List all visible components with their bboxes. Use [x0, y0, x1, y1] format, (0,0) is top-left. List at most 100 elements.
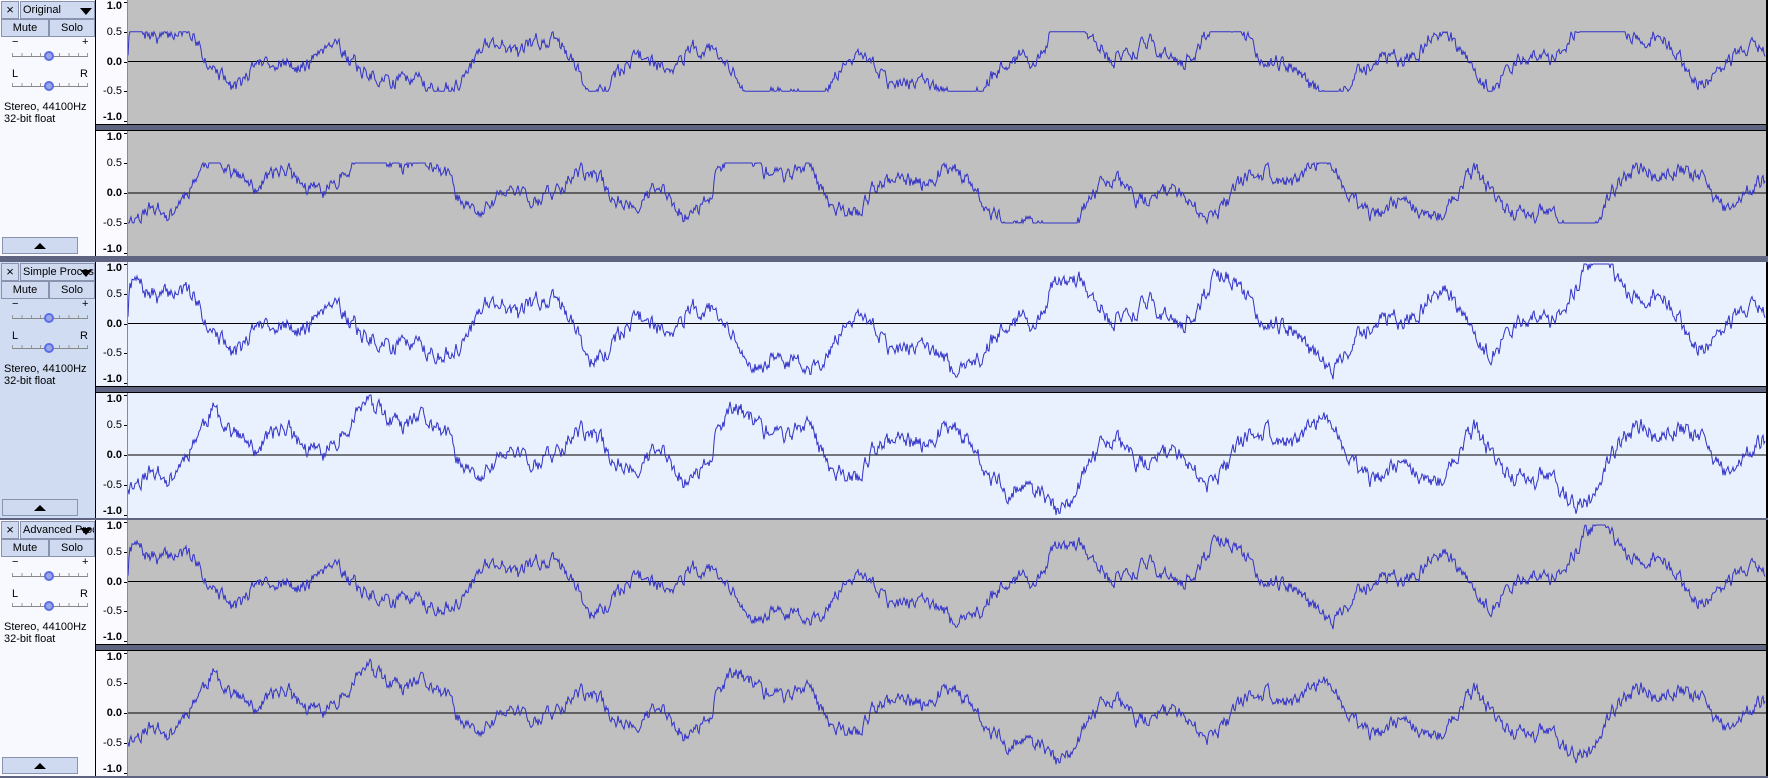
ruler-label: 0.5 — [106, 25, 122, 38]
waveform-left-channel[interactable] — [128, 520, 1766, 644]
gain-slider[interactable] — [12, 313, 88, 323]
ruler-label: -0.5 — [103, 737, 122, 749]
pan-slider[interactable] — [12, 601, 88, 611]
ruler-label: -1.0 — [103, 243, 122, 255]
pan-right-label: R — [80, 588, 88, 600]
ruler-tick — [124, 121, 127, 122]
track-format: Stereo, 44100Hz — [4, 621, 87, 633]
track-control-panel[interactable]: × Advanced Processing Mute Solo − + L R … — [0, 520, 96, 776]
pan-slider[interactable] — [12, 343, 88, 353]
vertical-ruler[interactable]: 1.0 0.5 0.0 -0.5 -1.0 — [96, 520, 128, 644]
waveform-right-channel[interactable] — [128, 651, 1766, 776]
pan-left-label: L — [12, 68, 19, 80]
track-control-panel[interactable]: × Simple Processing Mute Solo − + L R St… — [0, 262, 96, 518]
mute-button[interactable]: Mute — [1, 281, 49, 299]
mute-button[interactable]: Mute — [1, 539, 49, 557]
pan-slider-thumb[interactable] — [44, 343, 54, 353]
gain-slider-thumb[interactable] — [44, 313, 54, 323]
track-info: Stereo, 44100Hz 32-bit float — [4, 621, 87, 645]
dropdown-arrow-icon — [80, 528, 92, 535]
track-info: Stereo, 44100Hz 32-bit float — [4, 101, 87, 125]
close-track-button[interactable]: × — [1, 263, 19, 281]
collapse-track-button[interactable] — [2, 757, 78, 774]
ruler-tick — [124, 32, 127, 33]
ruler-label: 0.0 — [106, 449, 122, 461]
waveform-right-channel[interactable] — [128, 393, 1766, 518]
ruler-label: 0.0 — [106, 575, 122, 588]
ruler-label: 0.5 — [106, 677, 122, 689]
ruler-label: 0.5 — [106, 287, 122, 300]
collapse-track-button[interactable] — [2, 499, 78, 516]
ruler-tick — [124, 641, 127, 642]
dropdown-arrow-icon — [80, 8, 92, 15]
ruler-label: 0.0 — [106, 317, 122, 330]
ruler-label: -0.5 — [103, 85, 122, 98]
pan-slider-thumb[interactable] — [44, 81, 54, 91]
ruler-label: 0.0 — [106, 707, 122, 719]
waveform-left-channel[interactable] — [128, 262, 1766, 386]
close-track-button[interactable]: × — [1, 1, 19, 19]
vertical-ruler[interactable]: 1.0 0.5 0.0 -0.5 -1.0 — [96, 0, 128, 124]
track-control-panel[interactable]: × Original Mute Solo − + L R Stereo, 441… — [0, 0, 96, 256]
channel-separator — [96, 124, 1766, 131]
mute-button[interactable]: Mute — [1, 19, 49, 37]
ruler-tick — [124, 193, 127, 194]
ruler-label: 1.0 — [106, 520, 122, 532]
pan-slider[interactable] — [12, 81, 88, 91]
close-icon: × — [6, 264, 14, 279]
gain-slider[interactable] — [12, 571, 88, 581]
pan-slider-thumb[interactable] — [44, 601, 54, 611]
track-format: Stereo, 44100Hz — [4, 363, 87, 375]
solo-button[interactable]: Solo — [49, 281, 95, 299]
channel-separator — [96, 386, 1766, 393]
vertical-ruler[interactable]: 1.0 0.5 0.0 -0.5 -1.0 — [96, 393, 128, 518]
ruler-label: -1.0 — [103, 111, 122, 123]
gain-minus-label: − — [12, 298, 19, 310]
solo-button[interactable]: Solo — [49, 539, 95, 557]
ruler-label: 1.0 — [106, 131, 122, 143]
track-1[interactable]: × Original Mute Solo − + L R Stereo, 441… — [0, 0, 1768, 256]
track-format: Stereo, 44100Hz — [4, 101, 87, 113]
track-name-menu[interactable]: Advanced Processing — [20, 521, 95, 539]
ruler-tick — [124, 522, 127, 523]
close-track-button[interactable]: × — [1, 521, 19, 539]
ruler-tick — [124, 383, 127, 384]
gain-minus-label: − — [12, 556, 19, 568]
collapse-track-button[interactable] — [2, 237, 78, 254]
track-3[interactable]: × Advanced Processing Mute Solo − + L R … — [0, 520, 1768, 776]
ruler-label: -1.0 — [103, 373, 122, 385]
ruler-tick — [124, 743, 127, 744]
vertical-ruler[interactable]: 1.0 0.5 0.0 -0.5 -1.0 — [96, 651, 128, 776]
vertical-ruler[interactable]: 1.0 0.5 0.0 -0.5 -1.0 — [96, 131, 128, 256]
track-name-menu[interactable]: Original — [20, 1, 95, 19]
ruler-tick — [124, 773, 127, 774]
ruler-tick — [124, 353, 127, 354]
ruler-tick — [124, 163, 127, 164]
track-name-menu[interactable]: Simple Processing — [20, 263, 95, 281]
solo-button[interactable]: Solo — [49, 19, 95, 37]
close-icon: × — [6, 2, 14, 17]
ruler-label: -1.0 — [103, 631, 122, 643]
ruler-label: -0.5 — [103, 479, 122, 491]
ruler-tick — [124, 223, 127, 224]
ruler-tick — [124, 294, 127, 295]
ruler-tick — [124, 425, 127, 426]
ruler-tick — [124, 683, 127, 684]
ruler-tick — [124, 395, 127, 396]
gain-slider-thumb[interactable] — [44, 51, 54, 61]
track-info: Stereo, 44100Hz 32-bit float — [4, 363, 87, 387]
ruler-label: -0.5 — [103, 605, 122, 618]
vertical-ruler[interactable]: 1.0 0.5 0.0 -0.5 -1.0 — [96, 262, 128, 386]
waveform-right-channel[interactable] — [128, 131, 1766, 256]
waveform-left-channel[interactable] — [128, 0, 1766, 124]
ruler-label: 0.5 — [106, 419, 122, 431]
gain-minus-label: − — [12, 36, 19, 48]
ruler-label: 1.0 — [106, 393, 122, 405]
track-name: Original — [23, 4, 61, 16]
ruler-tick — [124, 515, 127, 516]
ruler-tick — [124, 62, 127, 63]
gain-slider[interactable] — [12, 51, 88, 61]
track-2[interactable]: × Simple Processing Mute Solo − + L R St… — [0, 262, 1768, 518]
gain-slider-thumb[interactable] — [44, 571, 54, 581]
ruler-label: 1.0 — [106, 651, 122, 663]
